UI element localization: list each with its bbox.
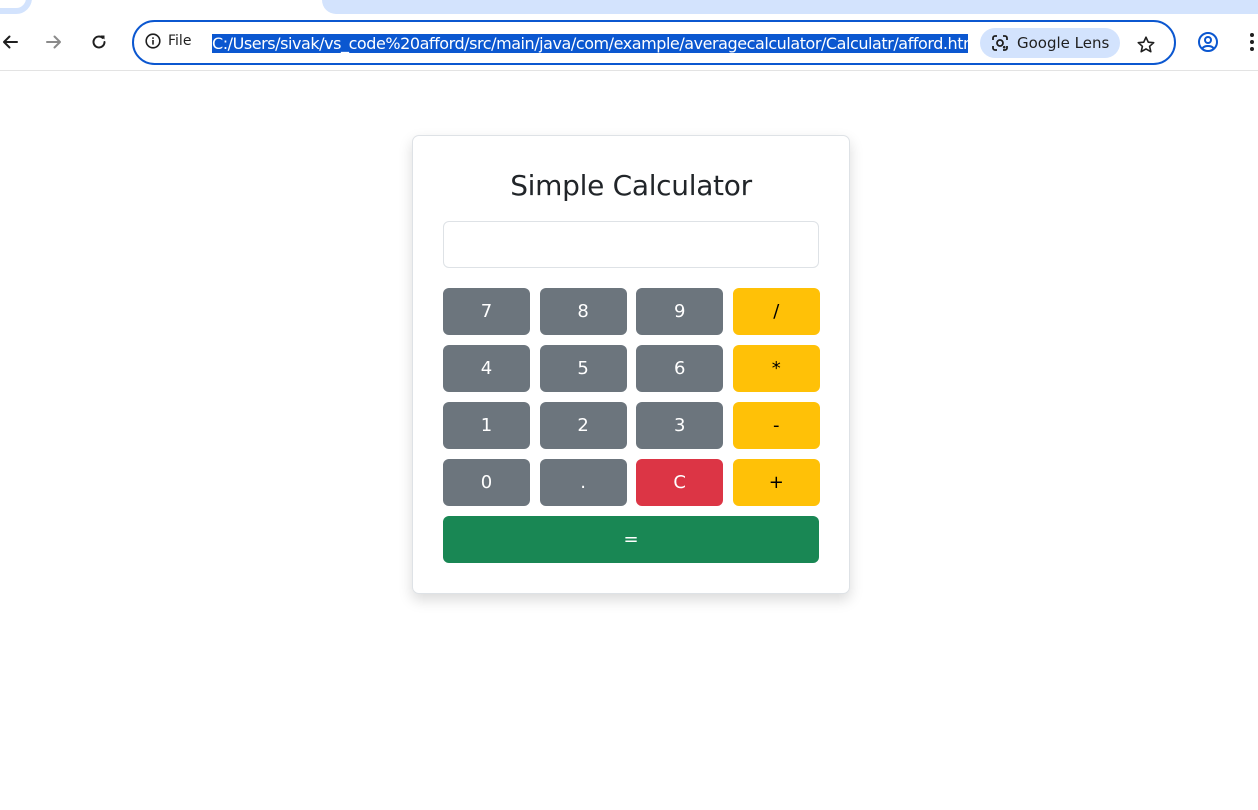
forward-icon <box>46 35 61 49</box>
forward-button[interactable] <box>40 28 68 56</box>
key-clear[interactable]: C <box>636 459 724 506</box>
site-info-button[interactable]: File <box>145 33 191 49</box>
browser-toolbar: File C:/Users/sivak/vs_code%20afford/src… <box>0 14 1258 71</box>
back-button[interactable] <box>0 28 24 56</box>
key-subtract[interactable]: - <box>732 402 820 449</box>
google-lens-button[interactable]: Google Lens <box>980 28 1120 58</box>
key-equals[interactable]: = <box>443 516 819 563</box>
key-0[interactable]: 0 <box>443 459 530 506</box>
key-7[interactable]: 7 <box>443 288 530 335</box>
profile-icon <box>1198 32 1218 52</box>
key-decimal[interactable]: . <box>539 459 627 506</box>
google-lens-label: Google Lens <box>1017 34 1110 52</box>
scheme-label: File <box>168 33 192 49</box>
key-3[interactable]: 3 <box>636 402 724 449</box>
bookmark-star-icon <box>1137 36 1155 53</box>
back-icon <box>3 35 18 49</box>
key-1[interactable]: 1 <box>443 402 530 449</box>
url-selection: C:/Users/sivak/vs_code%20afford/src/main… <box>212 34 968 53</box>
reload-button[interactable] <box>85 28 113 56</box>
calculator-display[interactable] <box>443 221 819 268</box>
info-icon <box>145 33 161 49</box>
calculator-title: Simple Calculator <box>510 169 752 202</box>
key-divide[interactable]: / <box>732 288 820 335</box>
key-2[interactable]: 2 <box>539 402 627 449</box>
inactive-tab-area[interactable] <box>322 0 1258 14</box>
key-4[interactable]: 4 <box>443 345 530 392</box>
url-text[interactable]: C:/Users/sivak/vs_code%20afford/src/main… <box>212 32 968 55</box>
calculator-keypad: 7 8 9/ 4 5 6 * 1 2 3- 0. C + = <box>443 288 820 563</box>
calculator-card: Simple Calculator 7 8 9/ 4 5 6 * 1 2 3- 0. C + = <box>412 135 850 594</box>
key-5[interactable]: 5 <box>539 345 627 392</box>
tab-strip <box>0 0 1258 14</box>
key-multiply[interactable]: * <box>732 345 820 392</box>
tab-corner <box>0 0 32 14</box>
google-lens-icon <box>992 35 1008 51</box>
bookmark-button[interactable] <box>1132 31 1160 59</box>
key-6[interactable]: 6 <box>636 345 724 392</box>
key-8[interactable]: 8 <box>539 288 627 335</box>
reload-icon <box>92 35 106 49</box>
more-menu-button[interactable] <box>1238 28 1258 56</box>
address-bar[interactable]: File C:/Users/sivak/vs_code%20afford/src… <box>132 20 1176 65</box>
profile-button[interactable] <box>1194 28 1222 56</box>
key-add[interactable]: + <box>732 459 820 506</box>
more-menu-icon <box>1250 33 1254 51</box>
key-9[interactable]: 9 <box>636 288 724 335</box>
